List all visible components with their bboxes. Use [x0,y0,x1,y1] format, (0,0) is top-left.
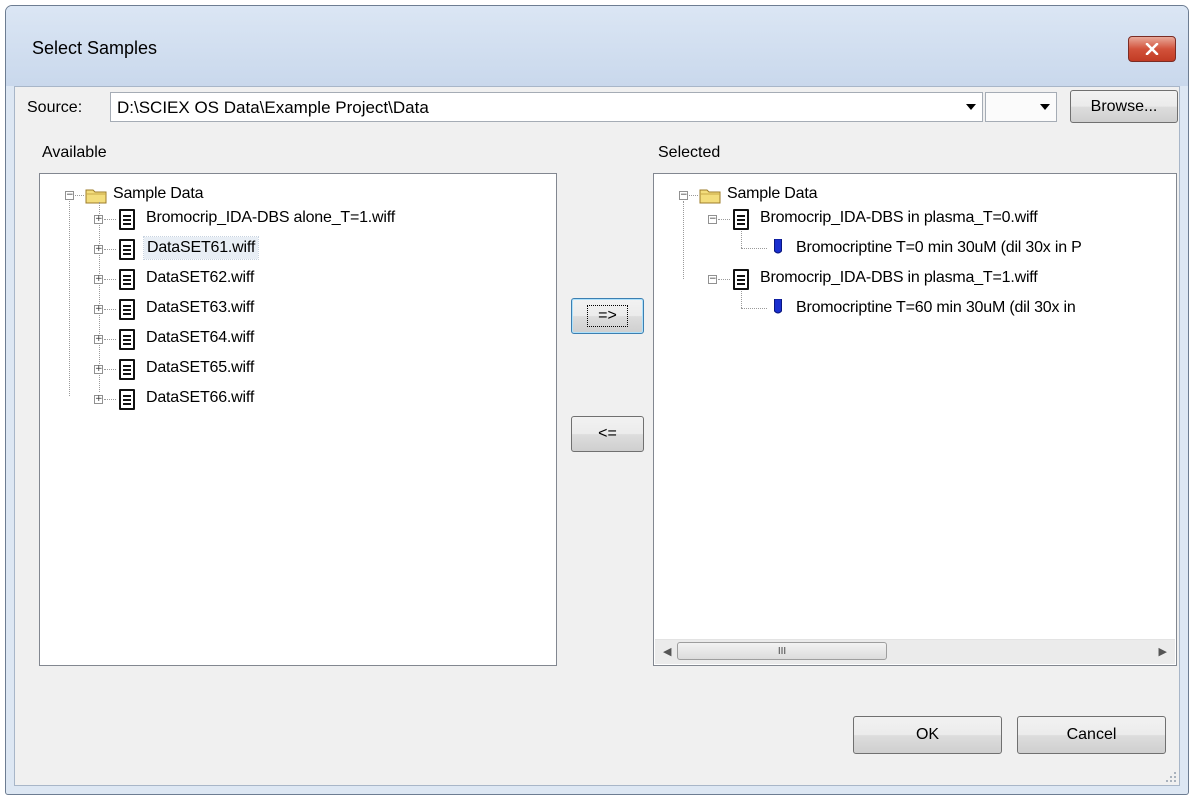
available-item-label[interactable]: Bromocrip_IDA-DBS alone_T=1.wiff [146,209,395,227]
expand-icon[interactable]: + [94,335,103,344]
select-samples-dialog: Select Samples Source: D:\SCIEX OS Data\… [5,5,1189,795]
collapse-icon[interactable]: − [708,275,717,284]
source-secondary-combo[interactable] [985,92,1057,122]
document-icon [733,269,749,290]
dialog-title: Select Samples [32,38,158,58]
horizontal-scrollbar[interactable]: ◀ III ▶ [655,639,1175,664]
available-item-label[interactable]: DataSET64.wiff [146,329,254,347]
add-selected-button[interactable]: => [571,298,644,334]
cancel-button[interactable]: Cancel [1017,716,1166,754]
close-icon [1145,43,1159,55]
collapse-icon[interactable]: − [708,215,717,224]
expand-icon[interactable]: + [94,245,103,254]
vial-icon [774,299,782,314]
scrollbar-grip: III [777,645,787,657]
expand-icon[interactable]: + [94,215,103,224]
available-item-label[interactable]: DataSET62.wiff [146,269,254,287]
chevron-down-icon[interactable] [960,93,982,121]
resize-grip-icon[interactable] [1165,771,1177,783]
available-item-label[interactable]: DataSET61.wiff [142,236,260,260]
expand-icon[interactable]: + [94,395,103,404]
selected-tree[interactable]: − Sample Data − Bromocrip_IDA-DBS in pla… [653,173,1177,666]
available-item-label[interactable]: DataSET66.wiff [146,389,254,407]
document-icon [119,239,135,260]
document-icon [733,209,749,230]
remove-selected-button[interactable]: <= [571,416,644,452]
expand-icon[interactable]: + [94,305,103,314]
dialog-body: Source: D:\SCIEX OS Data\Example Project… [14,86,1180,786]
selected-sample-label[interactable]: Bromocriptine T=0 min 30uM (dil 30x in P [796,239,1082,257]
collapse-icon[interactable]: − [679,191,688,200]
document-icon [119,389,135,410]
expand-icon[interactable]: + [94,275,103,284]
title-bar: Select Samples [6,6,1188,86]
browse-button[interactable]: Browse... [1070,90,1178,123]
add-selected-label: => [587,305,628,327]
scroll-right-icon[interactable]: ▶ [1159,645,1167,658]
collapse-icon[interactable]: − [65,191,74,200]
document-icon [119,209,135,230]
document-icon [119,299,135,320]
source-label: Source: [27,99,83,116]
ok-button[interactable]: OK [853,716,1002,754]
available-item-label[interactable]: DataSET63.wiff [146,299,254,317]
folder-icon [85,189,107,204]
chevron-down-icon[interactable] [1034,93,1056,121]
document-icon [119,269,135,290]
selected-root-label[interactable]: Sample Data [727,185,817,203]
available-item-label[interactable]: DataSET65.wiff [146,359,254,377]
source-path-value: D:\SCIEX OS Data\Example Project\Data [117,98,429,117]
document-icon [119,329,135,350]
selected-label: Selected [658,144,721,161]
selected-file-label[interactable]: Bromocrip_IDA-DBS in plasma_T=0.wiff [760,209,1038,227]
folder-icon [699,189,721,204]
available-label: Available [42,144,107,161]
scrollbar-thumb[interactable]: III [677,642,887,660]
selected-file-label[interactable]: Bromocrip_IDA-DBS in plasma_T=1.wiff [760,269,1038,287]
available-tree[interactable]: − Sample Data + Bromocrip_IDA-DBS alone_… [39,173,557,666]
selected-sample-label[interactable]: Bromocriptine T=60 min 30uM (dil 30x in [796,299,1076,317]
expand-icon[interactable]: + [94,365,103,374]
document-icon [119,359,135,380]
scroll-left-icon[interactable]: ◀ [663,645,671,658]
close-button[interactable] [1128,36,1176,62]
available-root-label[interactable]: Sample Data [113,185,203,203]
source-path-combo[interactable]: D:\SCIEX OS Data\Example Project\Data [110,92,983,122]
vial-icon [774,239,782,254]
